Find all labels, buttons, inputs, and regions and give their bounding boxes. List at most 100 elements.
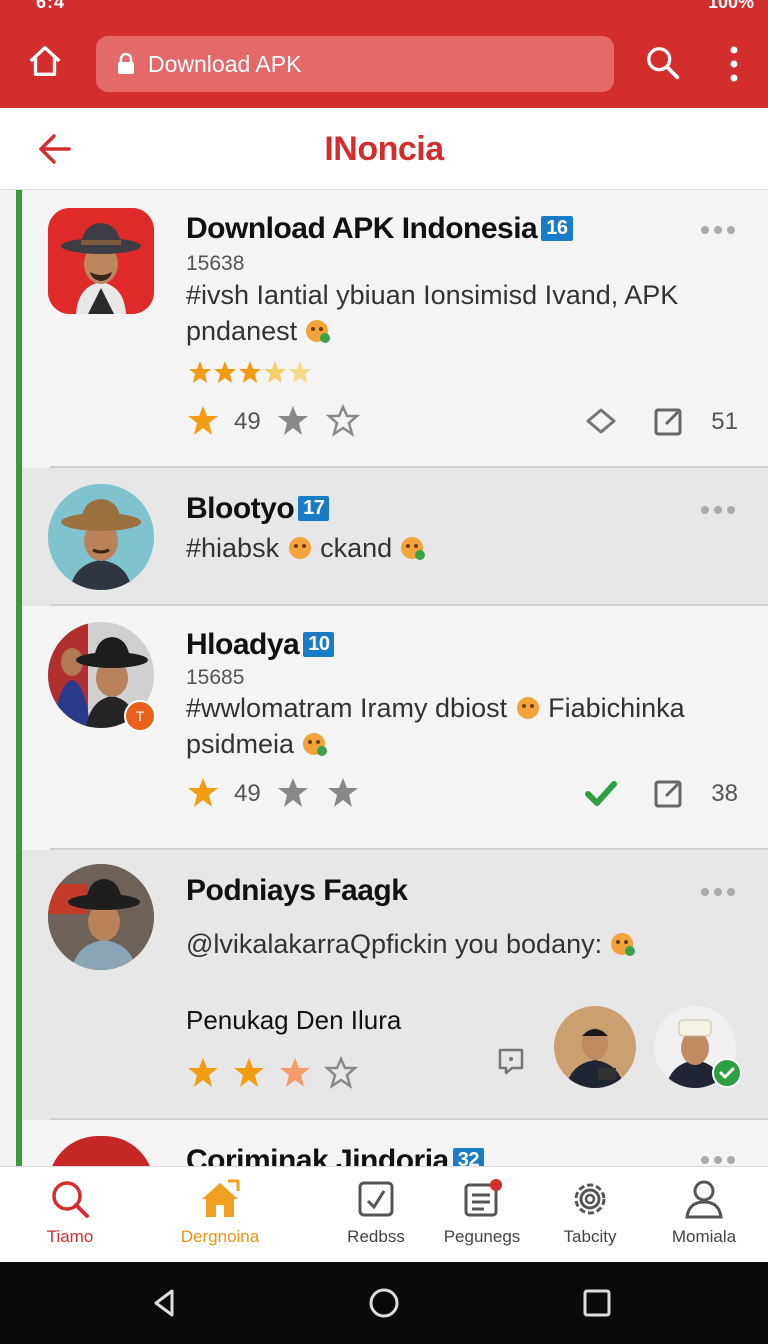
post-id: 15638 (186, 252, 245, 275)
star-icon[interactable] (186, 1056, 220, 1090)
post-card[interactable]: Podniays Faagk @lvikalakarraQpfickin you… (22, 850, 768, 1120)
nav-item-pegunegs[interactable]: Pegunegs (422, 1177, 542, 1247)
url-text: Download APK (148, 50, 302, 77)
star-icon[interactable] (278, 1056, 312, 1090)
nav-item-tiamo[interactable]: Tiamo (10, 1177, 130, 1247)
participant-avatar[interactable] (554, 1006, 636, 1088)
check-box-icon (358, 1181, 394, 1217)
nav-item-tabcity[interactable]: Tabcity (530, 1177, 650, 1247)
like-count: 49 (234, 780, 261, 807)
home-circle-icon[interactable] (367, 1286, 401, 1320)
recents-square-icon[interactable] (580, 1286, 614, 1320)
post-card[interactable]: Download APK Indonesia 16 15638 #ivsh Ian… (22, 190, 768, 468)
star-icon[interactable] (232, 1056, 266, 1090)
nav-item-momiala[interactable]: Momiala (644, 1177, 764, 1247)
star-icon[interactable] (276, 404, 310, 438)
check-icon[interactable] (584, 776, 618, 810)
comment-edit-icon[interactable] (652, 404, 686, 438)
author-name: Hloadya (186, 628, 300, 661)
nav-label: Pegunegs (443, 1227, 521, 1246)
verified-check-icon (712, 1058, 742, 1088)
post-card[interactable]: Coriminak Jindoria 32 (22, 1120, 768, 1166)
news-icon (464, 1179, 502, 1217)
nav-item-redbss[interactable]: Redbss (316, 1177, 436, 1247)
emoji-icon (400, 537, 425, 560)
post-text-content: ckand (320, 533, 393, 563)
more-icon[interactable] (700, 1155, 736, 1165)
status-battery: 100% (707, 0, 754, 12)
page-header: INoncia (0, 108, 768, 190)
emoji-icon (610, 933, 635, 956)
lock-icon (118, 53, 134, 74)
bottom-nav: Tiamo Dergnoina Redbss Pegunegs Tabcity … (0, 1166, 768, 1262)
nav-label: Tiamo (46, 1227, 94, 1246)
star-icon[interactable] (326, 776, 360, 810)
search-icon (52, 1181, 89, 1218)
url-field[interactable]: Download APK (96, 36, 614, 92)
post-card[interactable]: T Hloadya 10 15685 #wwlomatram Iramy dbio… (22, 606, 768, 850)
level-badge: 10 (303, 632, 335, 657)
home-icon[interactable] (26, 42, 64, 80)
nav-label: Momiala (671, 1227, 737, 1246)
nav-item-dergnoina[interactable]: Dergnoina (160, 1177, 280, 1247)
star-icon[interactable] (276, 776, 310, 810)
author-name: Download APK Indonesia (186, 212, 538, 245)
more-icon[interactable] (700, 887, 736, 897)
post-text-content: @lvikalakarraQpfickin you bodany: (186, 929, 603, 959)
system-navigation-bar (0, 1262, 768, 1344)
post-card[interactable]: Blootyo 17 #hiabsk ckand (22, 468, 768, 606)
post-actions: 49 51 (186, 404, 738, 444)
svg-text:T: T (136, 708, 145, 724)
app-root: 6:4 100% Download APK INoncia Download A… (0, 0, 768, 1344)
post-author[interactable]: Hloadya 10 (186, 628, 335, 662)
gear-icon (574, 1183, 606, 1215)
emoji-icon (302, 733, 327, 756)
level-badge: 32 (452, 1148, 484, 1166)
overflow-menu-icon[interactable] (722, 44, 746, 84)
status-dot-icon: T (124, 700, 156, 732)
avatar[interactable] (48, 1136, 154, 1166)
comment-edit-icon[interactable] (652, 776, 686, 810)
avatar[interactable] (48, 864, 154, 970)
like-star-icon[interactable] (186, 776, 220, 810)
post-text: #wwlomatram Iramy dbiost Fiabichinka psi… (186, 690, 726, 762)
status-bar: 6:4 100% (0, 0, 768, 14)
post-text-content: #ivsh Iantial ybiuan Ionsimisd Ivand, AP… (186, 280, 679, 346)
post-author[interactable]: Blootyo 17 (186, 492, 330, 526)
share-icon[interactable] (584, 404, 618, 438)
more-icon[interactable] (700, 505, 736, 515)
post-text: #hiabsk ckand (186, 530, 726, 566)
status-time: 6:4 (36, 0, 66, 12)
post-text-content: #hiabsk (186, 533, 280, 563)
post-text: #ivsh Iantial ybiuan Ionsimisd Ivand, AP… (186, 277, 726, 349)
post-text: @lvikalakarraQpfickin you bodany: (186, 926, 646, 962)
like-count: 49 (234, 408, 261, 435)
comment-count: 38 (711, 780, 738, 807)
author-name: Blootyo (186, 492, 295, 525)
person-icon (685, 1180, 723, 1219)
post-author[interactable]: Coriminak Jindoria 32 (186, 1144, 484, 1166)
author-name: Coriminak Jindoria (186, 1144, 449, 1166)
avatar[interactable] (48, 484, 154, 590)
comment-count: 51 (711, 408, 738, 435)
post-author[interactable]: Download APK Indonesia 16 (186, 212, 573, 246)
post-id: 15685 (186, 666, 245, 689)
more-icon[interactable] (700, 225, 736, 235)
nav-label: Redbss (347, 1227, 405, 1246)
star-outline-icon[interactable] (324, 1056, 358, 1090)
back-triangle-icon[interactable] (148, 1286, 182, 1320)
star-outline-icon[interactable] (326, 404, 360, 438)
browser-bar: Download APK (0, 14, 768, 108)
avatar[interactable] (48, 208, 154, 314)
emoji-icon (305, 320, 330, 343)
level-badge: 17 (298, 496, 330, 521)
comment-icon[interactable] (496, 1046, 526, 1076)
post-actions (186, 1056, 486, 1096)
post-text-content: #wwlomatram Iramy dbiost (186, 693, 508, 723)
page-title: INoncia (324, 130, 444, 168)
post-author[interactable]: Podniays Faagk (186, 874, 408, 908)
search-icon[interactable] (644, 44, 682, 82)
nav-label: Dergnoina (180, 1227, 260, 1246)
like-star-icon[interactable] (186, 404, 220, 438)
home-icon (202, 1179, 240, 1217)
